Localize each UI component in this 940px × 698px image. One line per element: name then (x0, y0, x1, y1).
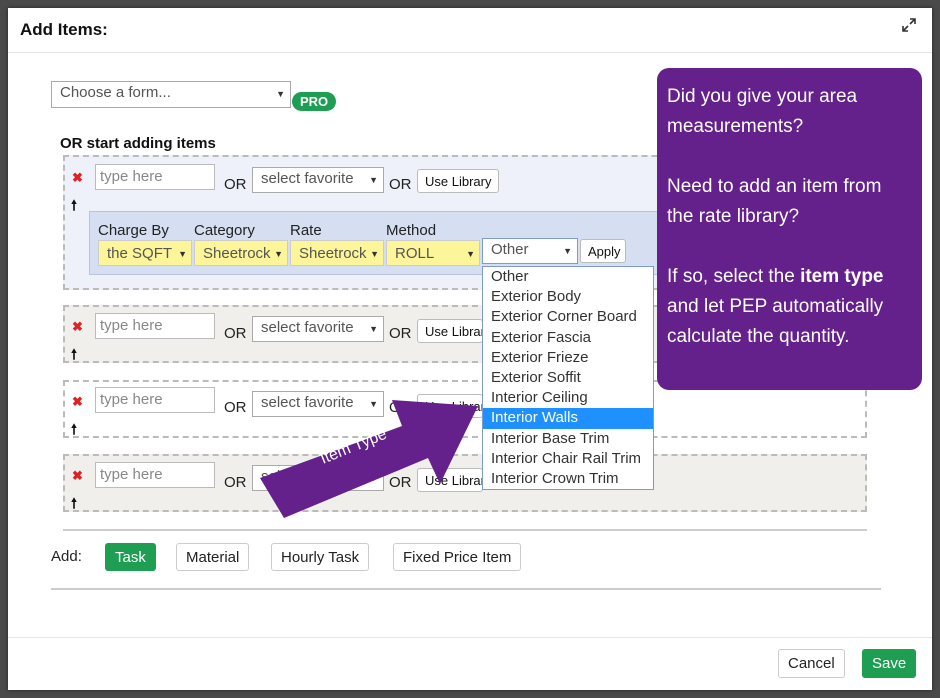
placeholder-text: type here (100, 168, 163, 185)
category-value: Sheetrock (203, 245, 271, 262)
help-callout: Did you give your area measurements? Nee… (657, 68, 922, 390)
charge-by-value: the SQFT (107, 245, 173, 262)
or-label: OR (224, 399, 247, 416)
callout-text-3a: If so, select the (667, 266, 801, 287)
or-label: OR (224, 474, 247, 491)
add-task-button[interactable]: Task (105, 543, 156, 571)
charge-by-label: Charge By (98, 222, 169, 239)
favorite-select[interactable]: select favorite ▼ (252, 167, 384, 193)
dropdown-option[interactable]: Exterior Fascia (483, 328, 653, 348)
dropdown-arrow-icon: ▼ (563, 246, 572, 256)
placeholder-text: type here (100, 466, 163, 483)
or-label: OR (224, 325, 247, 342)
modal-footer: Cancel Save (8, 637, 932, 691)
dropdown-arrow-icon: ▼ (369, 175, 378, 185)
dropdown-option[interactable]: Other (483, 267, 653, 287)
item-name-input[interactable]: type here (95, 313, 215, 339)
modal-header: Add Items: (8, 8, 932, 53)
add-label: Add: (51, 548, 82, 565)
move-up-icon[interactable]: 🠕 (71, 419, 77, 443)
item-type-dropdown: Other Exterior Body Exterior Corner Boar… (482, 266, 654, 490)
dropdown-option[interactable]: Interior Ceiling (483, 388, 653, 408)
category-label: Category (194, 222, 255, 239)
modal-title: Add Items: (20, 20, 108, 39)
dropdown-arrow-icon: ▼ (178, 249, 187, 259)
or-label: OR (389, 176, 412, 193)
save-button[interactable]: Save (862, 649, 917, 678)
dropdown-option[interactable]: Exterior Soffit (483, 368, 653, 388)
dropdown-option[interactable]: Exterior Body (483, 287, 653, 307)
dropdown-arrow-icon: ▼ (369, 324, 378, 334)
form-select-value: Choose a form... (60, 84, 171, 101)
item-name-input[interactable]: type here (95, 387, 215, 413)
remove-icon[interactable]: ✖ (72, 319, 83, 335)
favorite-select-value: select favorite (261, 319, 354, 336)
method-label: Method (386, 222, 437, 239)
dropdown-arrow-icon: ▼ (370, 249, 379, 259)
charge-by-select[interactable]: the SQFT ▼ (98, 240, 192, 266)
favorite-select-value: select favorite (261, 170, 354, 187)
callout-text-3b: and let PEP automatically calculate the … (667, 296, 884, 347)
item-name-input[interactable]: type here (95, 164, 215, 190)
expand-icon[interactable] (902, 18, 916, 32)
dropdown-option-highlighted[interactable]: Interior Walls (483, 408, 653, 429)
rate-value: Sheetrock (299, 245, 367, 262)
pro-badge: PRO (292, 92, 337, 111)
dropdown-option[interactable]: Interior Base Trim (483, 429, 653, 449)
item-type-arrow-graphic (260, 400, 478, 518)
method-value: ROLL (395, 245, 435, 262)
category-select[interactable]: Sheetrock ▼ (194, 240, 288, 266)
dropdown-option[interactable]: Exterior Frieze (483, 348, 653, 368)
rate-label: Rate (290, 222, 322, 239)
use-library-button[interactable]: Use Library (417, 169, 499, 193)
dropdown-option[interactable]: Interior Chair Rail Trim (483, 449, 653, 469)
item-type-select[interactable]: Other ▼ (482, 238, 578, 264)
placeholder-text: type here (100, 317, 163, 334)
cancel-button[interactable]: Cancel (778, 649, 845, 678)
divider (63, 529, 867, 531)
or-label: OR (389, 325, 412, 342)
placeholder-text: type here (100, 391, 163, 408)
or-start-heading: OR start adding items (60, 135, 216, 152)
use-library-button[interactable]: Use Library (417, 319, 483, 343)
dropdown-arrow-icon: ▼ (274, 249, 283, 259)
move-up-icon[interactable]: 🠕 (71, 195, 77, 219)
rate-select[interactable]: Sheetrock ▼ (290, 240, 384, 266)
item-type-value: Other (491, 241, 529, 258)
callout-text-1: Did you give your area measurements? (667, 86, 858, 137)
apply-button[interactable]: Apply (580, 239, 626, 263)
form-select[interactable]: Choose a form... ▼ (51, 81, 291, 108)
add-material-button[interactable]: Material (176, 543, 250, 571)
dropdown-arrow-icon: ▼ (466, 249, 475, 259)
dropdown-option[interactable]: Exterior Corner Board (483, 307, 653, 327)
add-items-modal: Add Items: Choose a form... ▼ PRO OR sta… (8, 8, 932, 690)
dropdown-arrow-icon: ▼ (276, 89, 285, 99)
remove-icon[interactable]: ✖ (72, 468, 83, 484)
item-name-input[interactable]: type here (95, 462, 215, 488)
divider (51, 588, 881, 590)
or-label: OR (224, 176, 247, 193)
callout-text-2: Need to add an item from the rate librar… (667, 176, 882, 227)
move-up-icon[interactable]: 🠕 (71, 344, 77, 368)
add-fixed-price-item-button[interactable]: Fixed Price Item (393, 543, 522, 571)
add-hourly-task-button[interactable]: Hourly Task (271, 543, 370, 571)
method-select[interactable]: ROLL ▼ (386, 240, 480, 266)
callout-bold: item type (800, 266, 884, 287)
callout-text-3: If so, select the item type and let PEP … (667, 262, 912, 352)
remove-icon[interactable]: ✖ (72, 394, 83, 410)
dropdown-option[interactable]: Interior Crown Trim (483, 469, 653, 489)
favorite-select[interactable]: select favorite ▼ (252, 316, 384, 342)
move-up-icon[interactable]: 🠕 (71, 493, 77, 517)
remove-icon[interactable]: ✖ (72, 170, 83, 186)
